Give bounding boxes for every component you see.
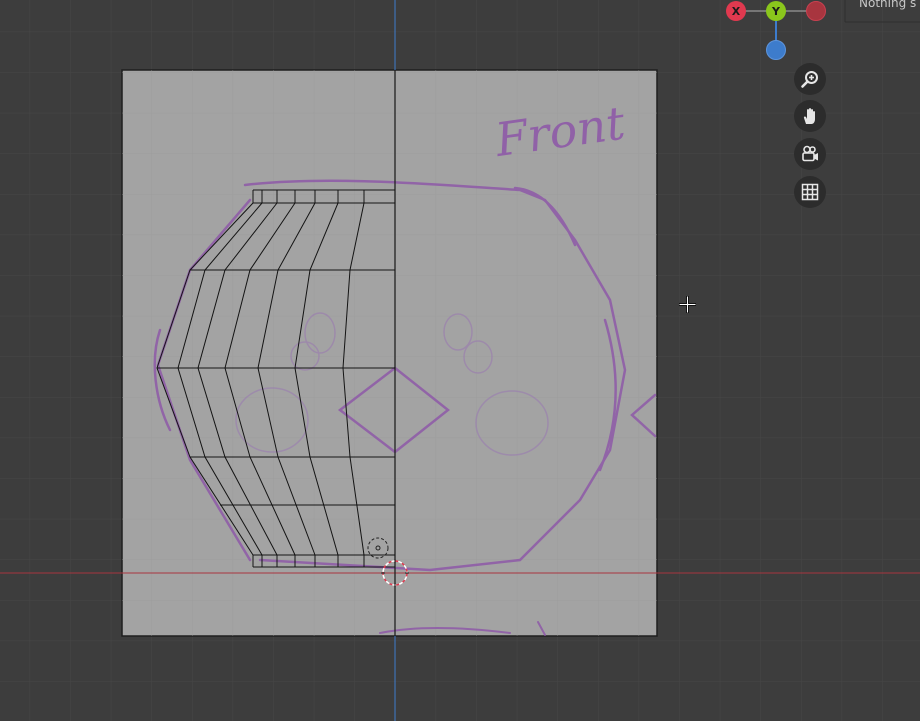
gizmo-x-label: X xyxy=(731,4,741,18)
gizmo-x-axis[interactable]: X xyxy=(726,1,746,21)
hand-pan-icon xyxy=(803,108,815,124)
gizmo-z-axis[interactable] xyxy=(766,40,786,60)
status-text: Nothing s xyxy=(859,0,917,10)
camera-view-icon xyxy=(802,145,818,162)
grid-toggle-button[interactable] xyxy=(794,176,826,208)
gizmo-x-negative[interactable] xyxy=(806,1,826,21)
zoom-button[interactable] xyxy=(794,63,826,95)
gizmo-y-label: Y xyxy=(772,4,780,18)
camera-view-button[interactable] xyxy=(794,138,826,170)
viewport-canvas: Front xyxy=(0,0,920,721)
zoom-icon xyxy=(801,71,818,88)
3d-viewport[interactable]: Front X Y Nothing s xyxy=(0,0,920,721)
pan-button[interactable] xyxy=(794,100,826,132)
crosshair-cursor-icon xyxy=(679,296,696,313)
grid-perspective-icon xyxy=(801,183,819,201)
gizmo-y-axis[interactable]: Y xyxy=(766,1,786,21)
